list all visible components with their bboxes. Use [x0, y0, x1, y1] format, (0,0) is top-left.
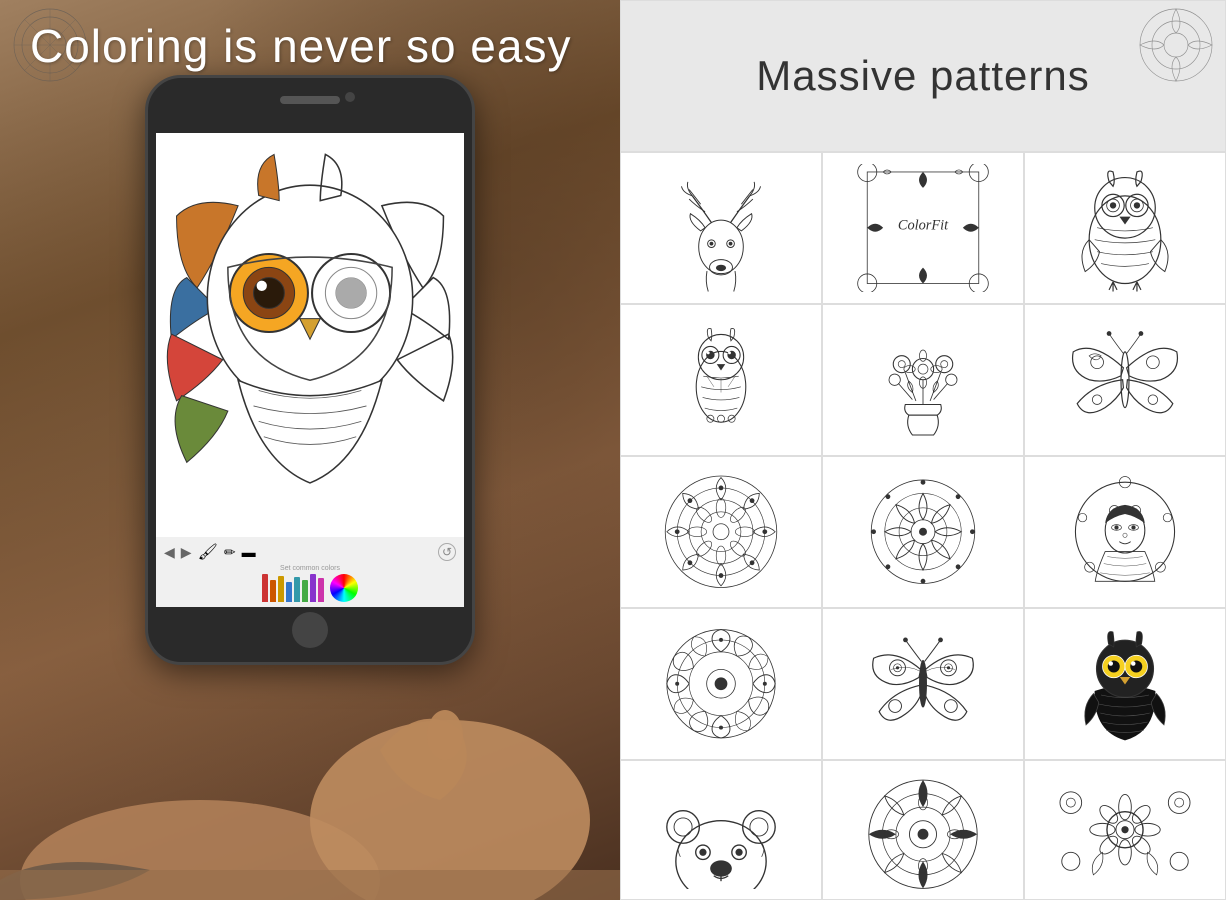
- pattern-bear[interactable]: [620, 760, 822, 900]
- banner-cell: Massive patterns: [620, 0, 1226, 152]
- marker-icon[interactable]: ▬: [242, 544, 256, 560]
- main-title: Coloring is never so easy: [30, 20, 590, 73]
- pattern-mandala3[interactable]: [620, 608, 822, 760]
- pattern-deer[interactable]: [620, 152, 822, 304]
- pattern-geisha[interactable]: [1024, 456, 1226, 608]
- phone-speaker: [280, 96, 340, 104]
- phone-body: ◀ ▶ 🖌 ✏ ▬ ↺ Set common colors: [145, 75, 475, 665]
- pattern-owl-outline[interactable]: [1024, 152, 1226, 304]
- left-panel: Coloring is never so easy: [0, 0, 620, 900]
- pattern-mandala2[interactable]: [822, 456, 1024, 608]
- phone-home-button[interactable]: [292, 612, 328, 648]
- pattern-flowers[interactable]: [822, 304, 1024, 456]
- phone-camera: [345, 92, 355, 102]
- pattern-butterfly2[interactable]: [822, 608, 1024, 760]
- owl-drawing: [156, 133, 464, 607]
- svg-text:ColorFit: ColorFit: [898, 218, 949, 234]
- back-icon[interactable]: ◀: [164, 544, 175, 561]
- phone-screen: ◀ ▶ 🖌 ✏ ▬ ↺ Set common colors: [156, 133, 464, 607]
- pencil-icon[interactable]: ✏: [224, 544, 236, 561]
- right-panel: Massive patterns: [620, 0, 1226, 900]
- pattern-mandala1[interactable]: [620, 456, 822, 608]
- pattern-owl-dark[interactable]: [1024, 608, 1226, 760]
- pattern-butterfly[interactable]: [1024, 304, 1226, 456]
- pattern-colorfit-logo[interactable]: ColorFit: [822, 152, 1024, 304]
- banner-title: Massive patterns: [756, 52, 1089, 100]
- phone-mockup: ◀ ▶ 🖌 ✏ ▬ ↺ Set common colors: [145, 75, 475, 665]
- color-wheel[interactable]: [330, 574, 358, 602]
- pattern-owl-small[interactable]: [620, 304, 822, 456]
- pattern-flowers2[interactable]: [1024, 760, 1226, 900]
- color-label: Set common colors: [164, 565, 456, 572]
- coloring-toolbar: ◀ ▶ 🖌 ✏ ▬ ↺ Set common colors: [156, 537, 464, 607]
- brush-icon[interactable]: 🖌: [198, 542, 218, 562]
- pattern-mandala4[interactable]: [822, 760, 1024, 900]
- refresh-icon[interactable]: ↺: [438, 543, 456, 561]
- forward-icon[interactable]: ▶: [181, 544, 192, 561]
- color-pencils: [164, 574, 456, 602]
- title-overlay: Coloring is never so easy: [0, 0, 620, 93]
